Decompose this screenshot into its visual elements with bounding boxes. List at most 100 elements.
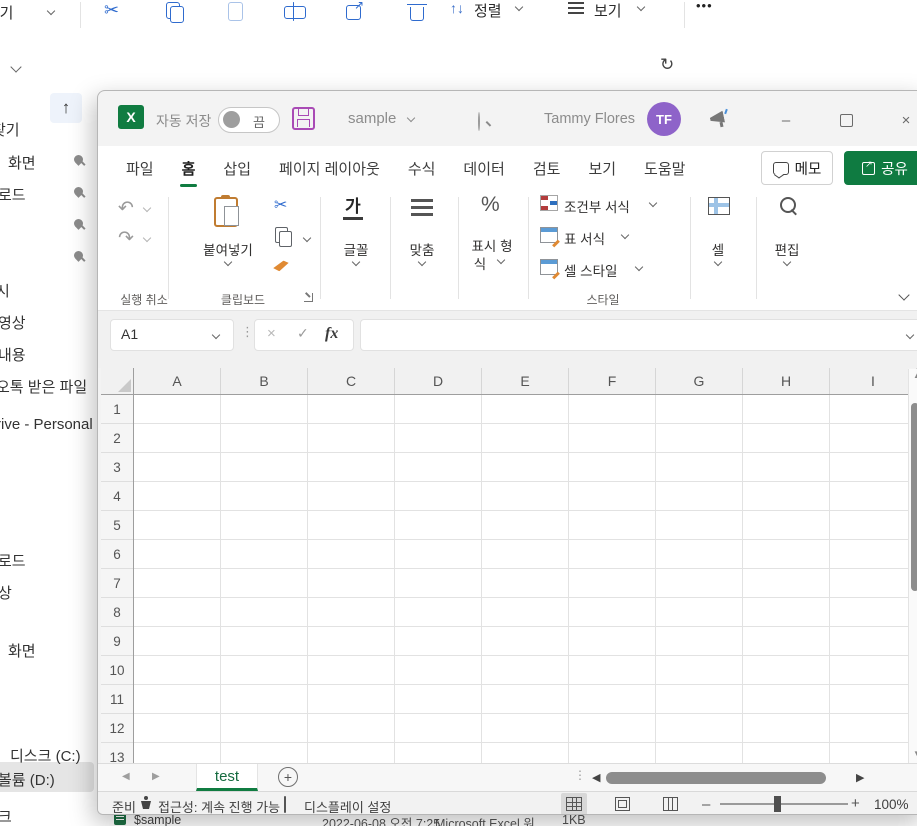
format-as-table-dropdown-icon[interactable] — [620, 230, 630, 240]
paste-dropdown-icon[interactable] — [223, 257, 233, 267]
sidebar-item[interactable]: 시 — [0, 280, 10, 301]
sidebar-item[interactable]: 찾기 — [0, 119, 20, 140]
sort-button[interactable]: 정렬 — [474, 0, 502, 21]
sidebar-item[interactable]: 화면 — [8, 640, 36, 661]
ribbon-tab-페이지 레이아웃[interactable]: 페이지 레이아웃 — [265, 149, 394, 188]
redo-dropdown-icon[interactable] — [142, 233, 152, 243]
row-header-5[interactable]: 5 — [101, 511, 133, 540]
copy-icon[interactable] — [275, 227, 292, 247]
ribbon-tab-데이터[interactable]: 데이터 — [449, 149, 518, 188]
paste-icon[interactable] — [214, 195, 239, 227]
sidebar-item[interactable]: 로드 — [0, 550, 26, 571]
horizontal-scroll-thumb[interactable] — [606, 772, 826, 784]
view-button[interactable]: 보기 — [594, 0, 622, 21]
zoom-slider-track[interactable] — [720, 803, 848, 805]
clipboard-dialog-launcher[interactable] — [304, 293, 313, 302]
enter-icon[interactable]: ✓ — [297, 325, 309, 342]
copy-icon[interactable] — [166, 2, 186, 24]
title-dropdown-icon[interactable] — [406, 113, 416, 123]
ribbon-tab-수식[interactable]: 수식 — [394, 149, 450, 188]
page-break-view-button[interactable] — [657, 793, 683, 814]
sidebar-item[interactable]: 내용 — [0, 344, 26, 365]
zoom-in-button[interactable]: + — [851, 795, 860, 812]
paste-button[interactable]: 붙여넣기 — [188, 239, 268, 259]
share-button[interactable]: 공유 — [844, 151, 917, 185]
number-format-button[interactable]: 표시 형 — [452, 235, 532, 255]
up-button[interactable]: ↑ — [50, 93, 82, 123]
page-layout-view-button[interactable] — [609, 793, 635, 814]
collapse-ribbon-icon[interactable] — [898, 289, 910, 301]
copy-dropdown-icon[interactable] — [302, 233, 312, 243]
scroll-up-icon[interactable]: ▲ — [913, 371, 917, 380]
formula-input[interactable] — [360, 319, 917, 351]
sidebar-item[interactable]: 영상 — [0, 312, 26, 333]
sheet-tab-test[interactable]: test — [196, 764, 258, 791]
row-header-13[interactable]: 13 — [101, 743, 133, 763]
megaphone-icon[interactable] — [710, 111, 728, 125]
conditional-formatting-dropdown-icon[interactable] — [648, 198, 658, 208]
sheet-prev-icon[interactable]: ◀ — [122, 771, 130, 782]
column-header-E[interactable]: E — [482, 368, 569, 394]
column-header-I[interactable]: I — [830, 368, 917, 394]
row-header-4[interactable]: 4 — [101, 482, 133, 511]
row-header-2[interactable]: 2 — [101, 424, 133, 453]
cancel-icon[interactable]: × — [267, 325, 276, 342]
maximize-button[interactable] — [830, 107, 862, 133]
share-icon[interactable]: ↗ — [346, 0, 366, 24]
format-painter-icon[interactable] — [272, 260, 289, 272]
name-box[interactable]: A1 — [110, 319, 234, 351]
ribbon-tab-파일[interactable]: 파일 — [112, 149, 168, 188]
search-icon[interactable] — [478, 112, 480, 131]
rename-icon[interactable] — [284, 2, 308, 24]
cell-styles-button[interactable]: 셀 스타일 — [564, 260, 617, 280]
normal-view-button[interactable] — [561, 793, 587, 814]
ribbon-tab-삽입[interactable]: 삽입 — [209, 149, 265, 188]
font-dropdown-icon[interactable] — [351, 257, 361, 267]
display-settings-button[interactable]: 디스플레이 설정 — [304, 797, 391, 814]
save-icon[interactable] — [292, 107, 315, 130]
column-header-D[interactable]: D — [395, 368, 482, 394]
vertical-scroll-thumb[interactable] — [911, 403, 917, 591]
select-all-button[interactable] — [101, 368, 134, 394]
redo-button[interactable]: ↷ — [118, 229, 134, 248]
sidebar-item[interactable]: 볼륨 (D:) — [0, 769, 55, 790]
accessibility-status[interactable]: 접근성: 계속 진행 가능 — [158, 797, 280, 814]
sidebar-item[interactable]: 디스크 (C:) — [10, 745, 81, 766]
column-header-H[interactable]: H — [743, 368, 830, 394]
row-header-1[interactable]: 1 — [101, 395, 133, 424]
cell-grid[interactable] — [134, 395, 908, 763]
ribbon-tab-보기[interactable]: 보기 — [574, 149, 630, 188]
cells-button[interactable]: 셀 — [678, 239, 758, 259]
row-header-8[interactable]: 8 — [101, 598, 133, 627]
cells-dropdown-icon[interactable] — [713, 257, 723, 267]
paste-icon[interactable] — [226, 2, 246, 24]
document-title[interactable]: sample — [348, 110, 396, 127]
ribbon-tab-도움말[interactable]: 도움말 — [630, 149, 699, 188]
autosave-toggle[interactable]: 끔 — [218, 107, 280, 133]
new-button[interactable]: 만들기 — [0, 2, 13, 23]
minimize-button[interactable]: – — [770, 107, 802, 133]
scroll-down-icon[interactable]: ▼ — [913, 749, 917, 758]
row-header-6[interactable]: 6 — [101, 540, 133, 569]
number-format-button-line2[interactable]: 식 — [440, 253, 520, 273]
sidebar-item[interactable]: 크 — [0, 806, 12, 826]
row-header-3[interactable]: 3 — [101, 453, 133, 482]
more-button[interactable]: ••• — [696, 0, 713, 13]
ribbon-tab-홈[interactable]: 홈 — [168, 149, 210, 188]
formula-bar-grip[interactable]: ⋮ — [241, 324, 254, 340]
cut-icon[interactable]: ✂ — [104, 0, 119, 21]
expand-formula-bar-icon[interactable] — [905, 330, 915, 340]
editing-dropdown-icon[interactable] — [782, 257, 792, 267]
editing-button[interactable]: 편집 — [747, 239, 827, 259]
hscroll-right-icon[interactable]: ▶ — [856, 771, 864, 784]
column-header-A[interactable]: A — [134, 368, 221, 394]
tabbar-grip[interactable]: ⋮ — [574, 768, 586, 782]
format-as-table-button[interactable]: 표 서식 — [564, 228, 605, 248]
column-header-C[interactable]: C — [308, 368, 395, 394]
column-header-G[interactable]: G — [656, 368, 743, 394]
zoom-out-button[interactable]: – — [702, 796, 710, 813]
hscroll-left-icon[interactable]: ◀ — [592, 771, 600, 784]
zoom-slider-thumb[interactable] — [774, 796, 781, 812]
undo-dropdown-icon[interactable] — [142, 203, 152, 213]
insert-function-icon[interactable]: fx — [325, 325, 338, 343]
